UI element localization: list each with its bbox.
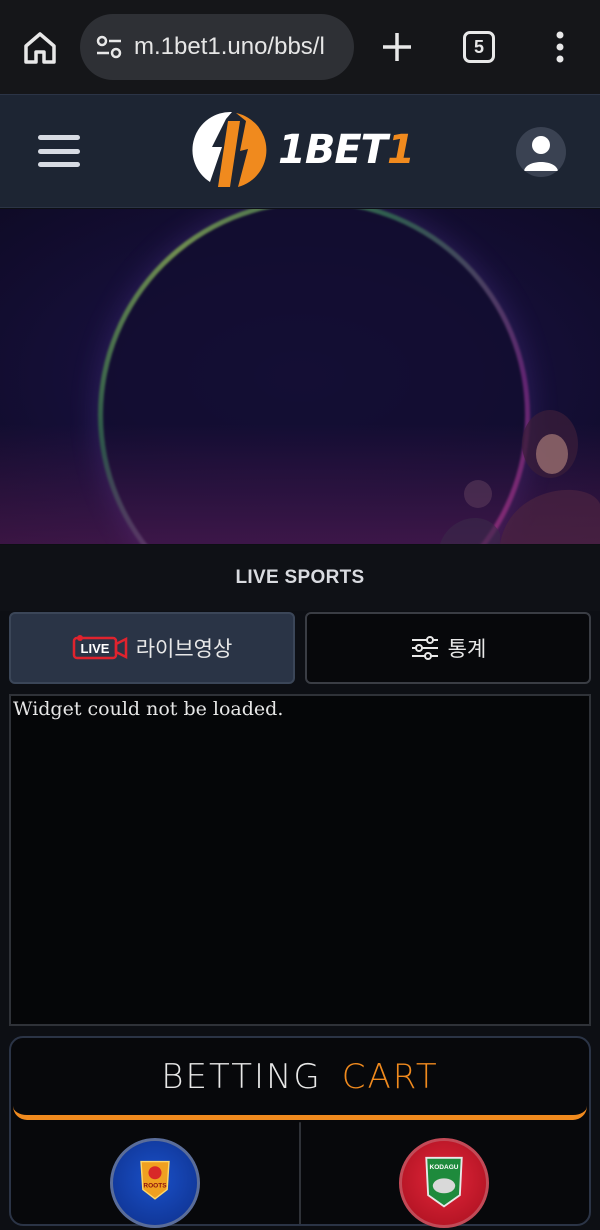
new-tab-icon[interactable] [378,28,416,66]
betting-cart-title-2: CART [341,1056,439,1097]
away-team-crest-text: KODAGU [430,1164,459,1171]
sliders-icon [410,635,440,661]
url-text[interactable]: m.1bet1.uno/bbs/l [134,33,344,61]
menu-bar [38,148,80,154]
live-sports-heading: LIVE SPORTS [0,545,600,611]
away-team-crest-icon: KODAGU [425,1156,463,1208]
promo-banner[interactable] [0,209,600,544]
live-icon: LIVE [72,634,128,662]
site-settings-icon[interactable] [94,32,124,62]
tab-count: 5 [473,36,484,57]
address-bar[interactable]: m.1bet1.uno/bbs/l [80,14,354,80]
tab-switcher-button[interactable]: 5 [463,31,495,63]
away-team-badge[interactable]: KODAGU [399,1138,489,1228]
user-account-button[interactable] [516,127,566,177]
menu-bar [38,162,80,167]
betting-cart-title-1: BETTING [161,1056,322,1097]
more-menu-icon[interactable] [546,28,574,66]
betting-cart: BETTING CART [9,1036,591,1226]
tab-live-video-label: 라이브영상 [135,638,233,661]
tab-statistics-label: 통계 [447,638,487,661]
live-widget-frame: Widget could not be loaded. [9,694,591,1026]
home-team-crest-text: ROOTS [143,1183,167,1190]
tab-live-video[interactable]: LIVE 라이브영상 [9,612,295,684]
user-icon [524,136,558,171]
banner-character-image [440,410,600,544]
site-logo[interactable]: 1BET1 [192,107,415,193]
betting-cart-header[interactable]: BETTING CART [13,1038,587,1120]
menu-bar [38,135,80,140]
live-icon-text: LIVE [80,641,109,656]
logo-emblem-icon [192,111,267,187]
browser-toolbar: m.1bet1.uno/bbs/l 5 [0,0,600,94]
home-team-crest-icon: ROOTS [140,1160,170,1200]
site-header: 1BET1 [0,94,600,208]
logo-wordmark: 1BET1 [278,127,415,173]
logo-word-orange: 1 [386,127,415,173]
tab-statistics[interactable]: 통계 [305,612,591,684]
team-divider [299,1122,301,1224]
home-icon[interactable] [20,28,60,68]
logo-word-white: 1BET [278,127,388,173]
widget-error-message: Widget could not be loaded. [13,698,284,720]
menu-button[interactable] [38,135,80,167]
home-team-badge[interactable]: ROOTS [110,1138,200,1228]
